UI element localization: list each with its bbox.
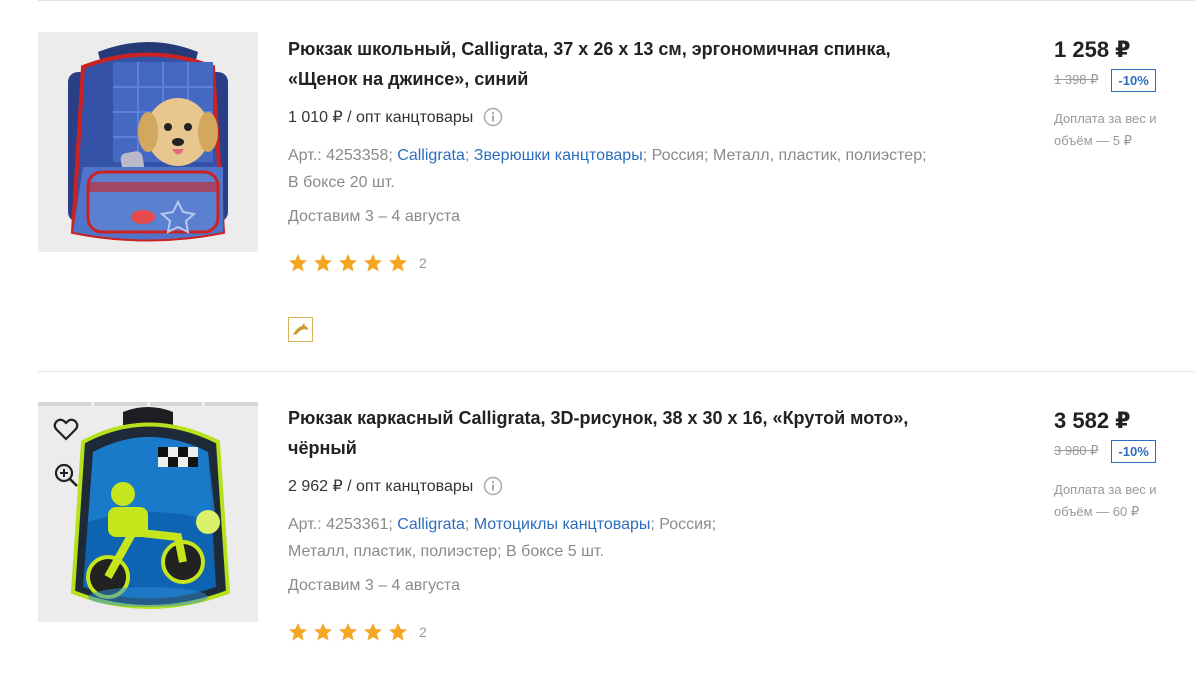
current-price: 1 258 ₽ xyxy=(1054,37,1131,62)
product-image[interactable] xyxy=(38,32,258,252)
wholesale-price: 2 962 ₽ / опт канцтовары xyxy=(288,475,968,497)
gallery-indicator xyxy=(38,402,258,406)
rating-count: 2 xyxy=(419,624,427,640)
material: Металл, пластик, полиэстер; xyxy=(288,543,502,560)
brand-link[interactable]: Calligrata xyxy=(397,516,465,533)
old-price-row: 1 398 ₽ -10% xyxy=(1054,68,1194,92)
product-title[interactable]: Рюкзак каркасный Calligrata, 3D-рисунок,… xyxy=(288,403,938,463)
star-icon xyxy=(389,623,407,641)
star-icon xyxy=(339,623,357,641)
dolphin-icon[interactable] xyxy=(288,317,313,342)
product-image[interactable] xyxy=(38,402,258,622)
heart-icon[interactable] xyxy=(52,415,80,443)
wholesale-price: 1 010 ₽ / опт канцтовары xyxy=(288,106,968,128)
old-price-row: 3 980 ₽ -10% xyxy=(1054,439,1194,463)
surcharge-note: Доплата за вес и объём — 60 ₽ xyxy=(1054,482,1157,519)
product-card: Рюкзак каркасный Calligrata, 3D-рисунок,… xyxy=(0,372,1195,679)
brand-link[interactable]: Calligrata xyxy=(397,147,465,164)
old-price: 1 398 ₽ xyxy=(1054,72,1099,87)
backpack-puppy-image xyxy=(38,32,258,252)
rating-count: 2 xyxy=(419,255,427,271)
star-icon xyxy=(314,623,332,641)
surcharge-note: Доплата за вес и объём — 5 ₽ xyxy=(1054,111,1157,148)
star-icon xyxy=(364,623,382,641)
old-price: 3 980 ₽ xyxy=(1054,443,1099,458)
star-icon xyxy=(289,254,307,272)
gallery-bar[interactable] xyxy=(93,402,147,406)
product-specs: Арт.: 4253358; Calligrata; Зверюшки канц… xyxy=(288,147,927,191)
discount-badge: -10% xyxy=(1111,439,1156,463)
gallery-bar[interactable] xyxy=(149,402,203,406)
delivery-date: Доставим 3 – 4 августа xyxy=(288,577,460,594)
article-number: Арт.: 4253358; xyxy=(288,147,393,164)
price-block: 3 582 ₽ 3 980 ₽ -10% Доплата за вес и об… xyxy=(1054,407,1194,523)
rating[interactable]: 2 xyxy=(288,621,968,643)
box-quantity: В боксе 5 шт. xyxy=(506,543,604,560)
product-specs: Арт.: 4253361; Calligrata; Мотоциклы кан… xyxy=(288,516,717,560)
star-icon xyxy=(364,254,382,272)
star-icon xyxy=(339,254,357,272)
gallery-bar[interactable] xyxy=(38,402,91,406)
category-link[interactable]: Мотоциклы канцтовары xyxy=(474,516,651,533)
product-info: Рюкзак каркасный Calligrata, 3D-рисунок,… xyxy=(288,403,968,643)
info-icon[interactable] xyxy=(483,107,503,127)
price-block: 1 258 ₽ 1 398 ₽ -10% Доплата за вес и об… xyxy=(1054,36,1194,152)
wholesale-price-text: 2 962 ₽ / опт канцтовары xyxy=(288,478,474,495)
zoom-in-icon[interactable] xyxy=(52,461,80,489)
star-icon xyxy=(389,254,407,272)
star-icon xyxy=(314,254,332,272)
gallery-bar[interactable] xyxy=(205,402,258,406)
category-link[interactable]: Зверюшки канцтовары xyxy=(474,147,643,164)
star-icon xyxy=(289,623,307,641)
product-card: Рюкзак школьный, Calligrata, 37 х 26 х 1… xyxy=(0,0,1195,370)
wholesale-price-text: 1 010 ₽ / опт канцтовары xyxy=(288,109,474,126)
country: Россия; xyxy=(659,516,717,533)
product-title[interactable]: Рюкзак школьный, Calligrata, 37 х 26 х 1… xyxy=(288,34,938,94)
rating[interactable]: 2 xyxy=(288,252,968,274)
delivery-date: Доставим 3 – 4 августа xyxy=(288,208,460,225)
country: Россия; xyxy=(651,147,709,164)
product-info: Рюкзак школьный, Calligrata, 37 х 26 х 1… xyxy=(288,34,968,274)
discount-badge: -10% xyxy=(1111,68,1156,92)
box-quantity: В боксе 20 шт. xyxy=(288,174,395,191)
info-icon[interactable] xyxy=(483,476,503,496)
article-number: Арт.: 4253361; xyxy=(288,516,393,533)
material: Металл, пластик, полиэстер; xyxy=(712,147,927,164)
current-price: 3 582 ₽ xyxy=(1054,408,1131,433)
